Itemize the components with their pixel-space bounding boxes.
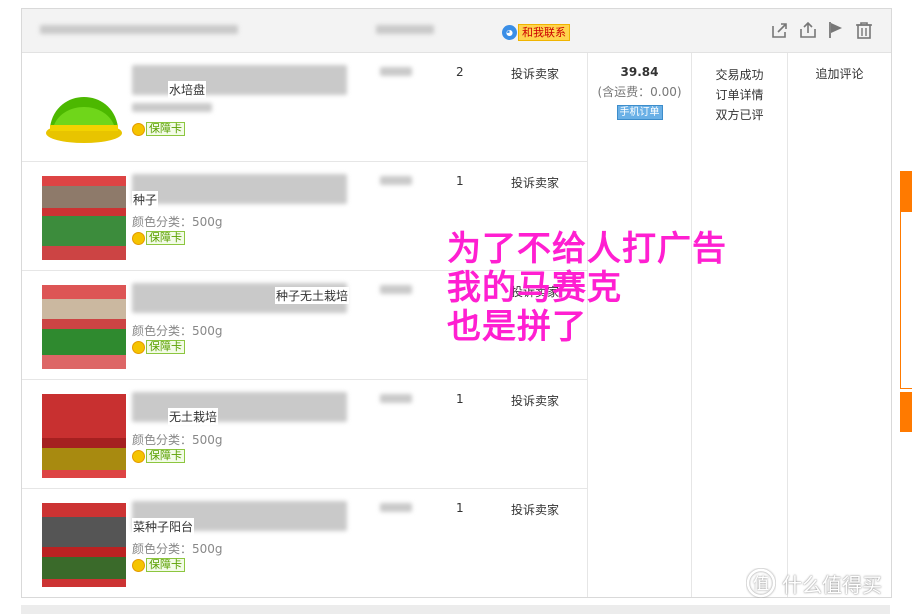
product-attribute: 颜色分类：500g [132, 324, 223, 338]
order-total: 39.84 (含运费：0.00) 手机订单 [588, 65, 691, 120]
unit-price-blurred [380, 176, 412, 185]
product-title-blurred [132, 174, 347, 204]
shop-name-blurred [376, 25, 434, 34]
product-thumbnail[interactable] [42, 67, 126, 151]
product-name[interactable]: 无土栽培 [168, 408, 219, 425]
quantity: 1 [456, 174, 464, 188]
order-item-row: 菜种子阳台 颜色分类：500g 保障卡 1 投诉卖家 [22, 489, 587, 597]
side-tab[interactable] [900, 392, 912, 432]
order-detail-link[interactable]: 订单详情 [692, 85, 787, 105]
product-attribute: 颜色分类：500g [132, 215, 223, 229]
contact-seller-button[interactable]: ◕ 和我联系 [502, 23, 570, 41]
product-attribute: 颜色分类：500g [132, 542, 223, 556]
product-thumbnail[interactable] [42, 176, 126, 260]
chat-bubble-icon: ◕ [502, 24, 517, 40]
guarantee-badge[interactable]: 保障卡 [132, 449, 185, 463]
sun-icon [132, 558, 145, 572]
product-name[interactable]: 水培盘 [168, 81, 207, 98]
total-amount: 39.84 [620, 65, 659, 79]
side-panel [900, 211, 912, 389]
quantity: 2 [456, 65, 464, 79]
watermark-text: 什么值得买 [782, 572, 882, 597]
review-status: 双方已评 [715, 108, 764, 122]
product-attribute: 颜色分类：500g [132, 433, 223, 447]
complain-seller-link[interactable]: 投诉卖家 [511, 174, 559, 191]
complain-seller-link[interactable]: 投诉卖家 [511, 392, 559, 409]
product-subline-blurred [132, 103, 212, 112]
overlay-caption: 为了不给人打广告 我的马赛克 也是拼了 [447, 230, 727, 347]
unit-price-blurred [380, 285, 412, 294]
unit-price-blurred [380, 67, 412, 76]
trash-icon[interactable] [855, 21, 873, 39]
complain-seller-link[interactable]: 投诉卖家 [511, 501, 559, 518]
product-thumbnail[interactable] [42, 503, 126, 587]
sun-icon [132, 340, 145, 354]
product-title-blurred [132, 392, 347, 422]
guarantee-badge[interactable]: 保障卡 [132, 340, 185, 354]
guarantee-badge[interactable]: 保障卡 [132, 558, 185, 572]
order-meta-blurred [40, 25, 238, 34]
product-thumbnail[interactable] [42, 394, 126, 478]
contact-seller-label: 和我联系 [518, 23, 570, 41]
product-name[interactable]: 种子无土栽培 [275, 287, 350, 304]
order-status: 交易成功 订单详情 双方已评 [692, 65, 787, 125]
guarantee-badge[interactable]: 保障卡 [132, 231, 185, 245]
add-review-link[interactable]: 追加评论 [788, 65, 891, 82]
quantity: 1 [456, 501, 464, 515]
product-title-blurred [132, 65, 347, 95]
trade-status: 交易成功 [715, 68, 764, 82]
product-name[interactable]: 种子 [132, 191, 159, 208]
overlay-line: 我的马赛克 [447, 268, 622, 308]
quantity: 1 [456, 392, 464, 406]
product-thumbnail[interactable] [42, 285, 126, 369]
order-item-row: 水培盘 保障卡 2 投诉卖家 [22, 53, 587, 162]
sun-icon [132, 231, 145, 245]
svg-text:值: 值 [753, 574, 769, 593]
footer-bar [21, 605, 890, 614]
unit-price-blurred [380, 394, 412, 403]
side-tab[interactable] [900, 171, 912, 211]
overlay-line: 也是拼了 [447, 307, 587, 347]
watermark: 值 什么值得买 [746, 568, 882, 598]
share-icon[interactable] [771, 21, 789, 39]
order-header: ◕ 和我联系 [22, 9, 891, 53]
column-divider [787, 53, 788, 597]
sun-icon [132, 122, 145, 136]
complain-seller-link[interactable]: 投诉卖家 [511, 65, 559, 82]
mobile-order-tag: 手机订单 [616, 105, 663, 120]
unit-price-blurred [380, 503, 412, 512]
shipping-fee: (含运费：0.00) [597, 85, 682, 99]
upload-icon[interactable] [799, 21, 817, 39]
flag-icon[interactable] [827, 21, 845, 39]
guarantee-badge[interactable]: 保障卡 [132, 122, 185, 136]
product-name[interactable]: 菜种子阳台 [132, 518, 195, 535]
watermark-logo-icon: 值 [746, 568, 776, 598]
overlay-line: 为了不给人打广告 [447, 229, 727, 269]
sun-icon [132, 449, 145, 463]
order-item-row: 无土栽培 颜色分类：500g 保障卡 1 投诉卖家 [22, 380, 587, 489]
